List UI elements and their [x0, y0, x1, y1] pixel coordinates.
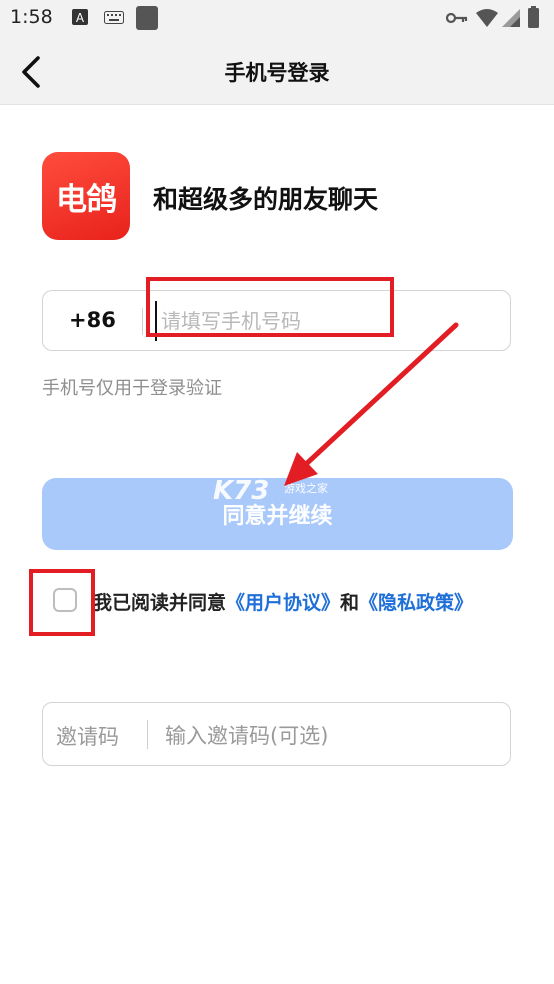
phone-field: +86 — [42, 290, 511, 351]
phone-hint: 手机号仅用于登录验证 — [42, 378, 222, 399]
battery-icon — [528, 6, 539, 28]
signal-icon — [502, 9, 520, 27]
divider — [147, 720, 148, 749]
invite-code-field: 邀请码 — [42, 702, 511, 766]
agree-continue-button[interactable]: 同意并继续 — [42, 478, 513, 550]
country-code-selector[interactable]: +86 — [69, 308, 116, 332]
privacy-policy-link[interactable]: 《隐私政策》 — [359, 592, 473, 614]
agreement-conjunction: 和 — [340, 592, 360, 614]
svg-text:A: A — [76, 11, 85, 25]
wifi-icon — [476, 9, 498, 27]
app-bar: 手机号登录 — [0, 38, 554, 105]
divider — [142, 308, 143, 335]
keyboard-icon — [104, 11, 124, 24]
notification-a-icon: A — [72, 9, 88, 25]
status-bar: 1:58 A — [0, 0, 554, 38]
phone-input[interactable] — [155, 301, 501, 341]
agreement-text: 我已阅读并同意《用户协议》和《隐私政策》 — [93, 588, 473, 615]
status-time: 1:58 — [10, 6, 53, 28]
watermark-subtitle: 游戏之家 — [284, 482, 328, 495]
invite-code-input[interactable] — [163, 715, 497, 757]
watermark-logo: K73 — [213, 476, 270, 506]
app-logo: 电鸽 — [42, 152, 130, 240]
agreement-checkbox[interactable] — [53, 588, 77, 612]
app-square-icon — [136, 6, 158, 30]
invite-code-label: 邀请码 — [56, 725, 119, 749]
slogan: 和超级多的朋友聊天 — [153, 185, 379, 214]
page-title: 手机号登录 — [224, 61, 330, 85]
user-agreement-link[interactable]: 《用户协议》 — [226, 592, 340, 614]
vpn-key-icon — [446, 12, 468, 24]
agreement-prefix: 我已阅读并同意 — [93, 592, 227, 614]
